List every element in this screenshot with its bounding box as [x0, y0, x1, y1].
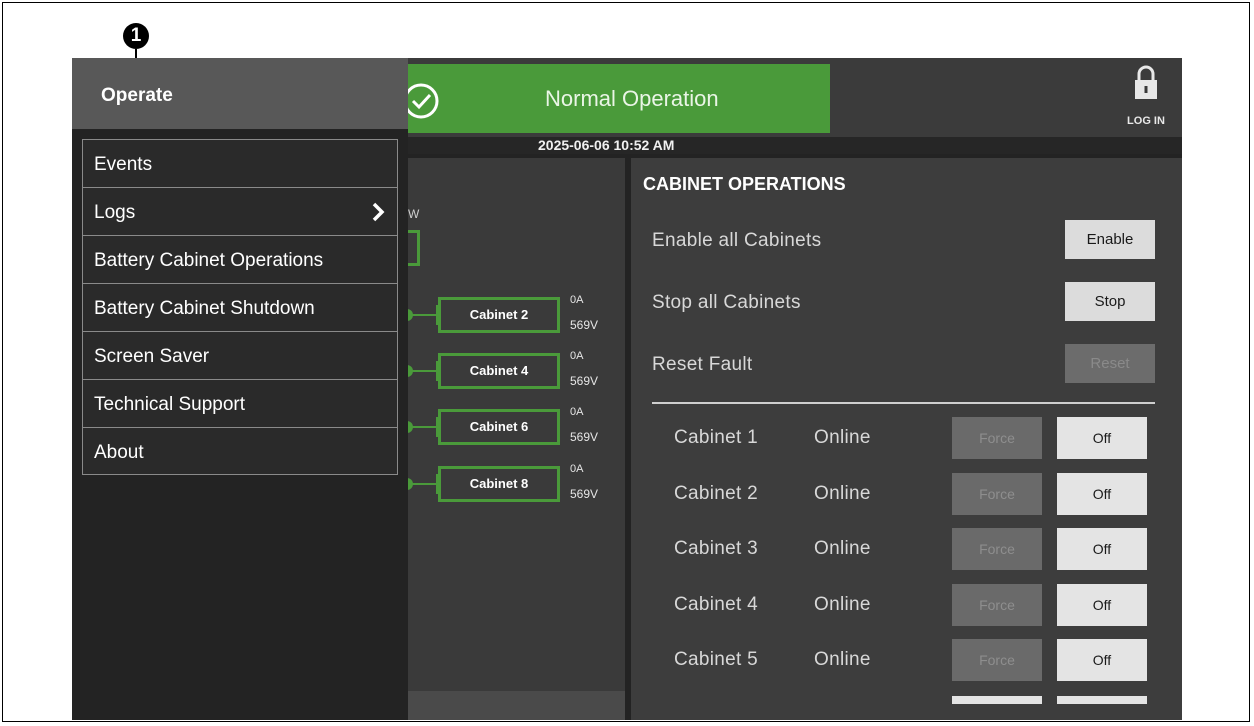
enable-all-label: Enable all Cabinets: [652, 230, 822, 251]
login-button[interactable]: LOG IN: [1120, 64, 1172, 134]
menu-item-events[interactable]: Events: [82, 139, 398, 187]
menu-item-label: Battery Cabinet Operations: [94, 250, 324, 271]
cabinet-status: Online: [814, 538, 871, 559]
cabinet-box[interactable]: Cabinet 2: [438, 297, 560, 333]
off-button[interactable]: Off: [1057, 639, 1147, 681]
cabinet-status: Online: [814, 649, 871, 670]
cabinet-control-row: Cabinet 1 Online Force Off: [631, 417, 1182, 459]
menu-item-label: About: [94, 442, 144, 463]
cabinet-box[interactable]: Cabinet 6: [438, 409, 560, 445]
menu-item-label: Battery Cabinet Shutdown: [94, 298, 315, 319]
cabinet-name: Cabinet 3: [674, 538, 759, 559]
reset-fault-label: Reset Fault: [652, 354, 753, 375]
cabinet-voltage: 569V: [570, 487, 599, 501]
chevron-right-icon: [372, 202, 385, 222]
menu-item-screen-saver[interactable]: Screen Saver: [82, 331, 398, 379]
force-button-partial: [952, 696, 1042, 704]
cabinet-voltage: 569V: [570, 374, 599, 388]
cabinet-voltage: 569V: [570, 318, 599, 332]
force-button[interactable]: Force: [952, 639, 1042, 681]
menu-header[interactable]: Operate: [72, 58, 408, 129]
callout-number-badge: 1: [123, 23, 149, 49]
menu-item-technical-support[interactable]: Technical Support: [82, 379, 398, 427]
menu-item-label: Events: [94, 154, 153, 175]
cabinet-current: 0A: [570, 406, 584, 418]
enable-button[interactable]: Enable: [1065, 220, 1155, 259]
cabinet-control-row: Cabinet 5 Online Force Off: [631, 639, 1182, 681]
off-button[interactable]: Off: [1057, 417, 1147, 459]
cabinet-name: Cabinet 1: [674, 427, 759, 448]
power-unit-label: W: [408, 207, 420, 221]
menu-list: Events Logs Battery Cabinet Operations B…: [82, 139, 398, 475]
cabinet-control-row: Cabinet 4 Online Force Off: [631, 584, 1182, 626]
force-button[interactable]: Force: [952, 528, 1042, 570]
menu-item-battery-cabinet-shutdown[interactable]: Battery Cabinet Shutdown: [82, 283, 398, 331]
force-button[interactable]: Force: [952, 417, 1042, 459]
cabinet-status: Online: [814, 594, 871, 615]
cabinet-name: Cabinet 2: [674, 483, 759, 504]
connector-line: [407, 314, 438, 316]
off-button[interactable]: Off: [1057, 528, 1147, 570]
menu-item-logs[interactable]: Logs: [82, 187, 398, 235]
off-button[interactable]: Off: [1057, 473, 1147, 515]
date-time: 2025-06-06 10:52 AM: [538, 137, 675, 153]
menu-item-label: Screen Saver: [94, 346, 210, 367]
cabinet-operations-panel: CABINET OPERATIONS Enable all Cabinets E…: [631, 158, 1182, 720]
cabinet-status: Online: [814, 483, 871, 504]
stop-button[interactable]: Stop: [1065, 282, 1155, 321]
force-button[interactable]: Force: [952, 584, 1042, 626]
menu-title: Operate: [101, 85, 173, 106]
login-label: LOG IN: [1127, 115, 1165, 127]
cabinet-current: 0A: [570, 350, 584, 362]
cabinet-box[interactable]: Cabinet 8: [438, 466, 560, 502]
menu-item-label: Technical Support: [94, 394, 246, 415]
operate-menu-panel: Operate Events Logs Battery Cabinet Oper…: [72, 58, 408, 720]
connector-line: [407, 426, 438, 428]
cabinet-box[interactable]: Cabinet 4: [438, 353, 560, 389]
cabinet-control-row: Cabinet 2 Online Force Off: [631, 473, 1182, 515]
menu-item-label: Logs: [94, 202, 136, 223]
cabinet-current: 0A: [570, 294, 584, 306]
stop-all-label: Stop all Cabinets: [652, 292, 801, 313]
cabinet-name: Cabinet 5: [674, 649, 759, 670]
menu-item-about[interactable]: About: [82, 427, 398, 475]
connector-line: [407, 370, 438, 372]
cabinet-status: Online: [814, 427, 871, 448]
lock-icon: [1135, 65, 1157, 99]
force-button[interactable]: Force: [952, 473, 1042, 515]
cabinet-current: 0A: [570, 463, 584, 475]
menu-item-battery-cabinet-operations[interactable]: Battery Cabinet Operations: [82, 235, 398, 283]
off-button[interactable]: Off: [1057, 584, 1147, 626]
divider: [652, 402, 1155, 404]
off-button-partial: [1057, 696, 1147, 704]
status-text: Normal Operation: [545, 86, 719, 111]
cabinet-control-row: Cabinet 3 Online Force Off: [631, 528, 1182, 570]
reset-button[interactable]: Reset: [1065, 344, 1155, 383]
cabinet-name: Cabinet 4: [674, 594, 759, 615]
cabinet-stub: [406, 230, 420, 266]
cabinet-voltage: 569V: [570, 430, 599, 444]
connector-line: [407, 483, 438, 485]
panel-title: CABINET OPERATIONS: [643, 174, 846, 194]
hmi-screen: Normal Operation LOG IN 2025-06-06 10:52…: [72, 58, 1182, 720]
